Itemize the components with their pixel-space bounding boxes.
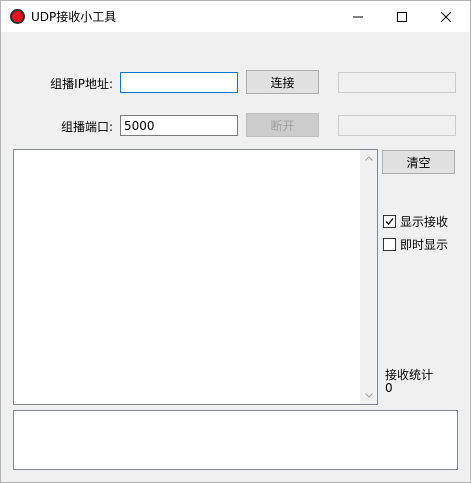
scroll-up-button[interactable]: [360, 150, 377, 167]
port-input[interactable]: [120, 115, 238, 136]
minimize-button[interactable]: [336, 1, 380, 32]
connect-button[interactable]: 连接: [246, 70, 319, 94]
checkmark-icon: [385, 218, 394, 225]
receive-log[interactable]: [13, 149, 378, 405]
title-bar[interactable]: UDP接收小工具: [1, 1, 470, 32]
ip-label: 组播IP地址:: [50, 77, 113, 91]
maximize-icon: [397, 11, 407, 22]
show-receive-checkbox-row[interactable]: 显示接收: [383, 213, 448, 230]
realtime-checkbox-row[interactable]: 即时显示: [383, 236, 448, 253]
close-button[interactable]: [424, 1, 468, 32]
port-label: 组播端口:: [60, 120, 113, 134]
port-status-field: [338, 115, 456, 136]
app-record-icon: [10, 9, 25, 24]
maximize-button[interactable]: [380, 1, 424, 32]
log-scrollbar[interactable]: [360, 150, 377, 404]
scroll-down-button[interactable]: [360, 387, 377, 404]
close-icon: [441, 11, 451, 22]
ip-status-field: [338, 72, 456, 93]
app-window: UDP接收小工具 组播IP地址: 连接 组播端口: 断开 清空: [0, 0, 471, 483]
window-title: UDP接收小工具: [31, 10, 117, 24]
minimize-icon: [353, 16, 363, 17]
status-textbox[interactable]: [13, 410, 458, 470]
disconnect-button: 断开: [246, 113, 319, 137]
chevron-up-icon: [364, 156, 373, 161]
clear-button[interactable]: 清空: [382, 150, 455, 174]
receive-stats-value: 0: [385, 381, 393, 395]
show-receive-checkbox[interactable]: [383, 215, 396, 228]
realtime-label: 即时显示: [400, 238, 449, 252]
show-receive-label: 显示接收: [400, 215, 449, 229]
realtime-checkbox[interactable]: [383, 238, 396, 251]
chevron-down-icon: [364, 393, 373, 398]
ip-input[interactable]: [120, 72, 238, 93]
